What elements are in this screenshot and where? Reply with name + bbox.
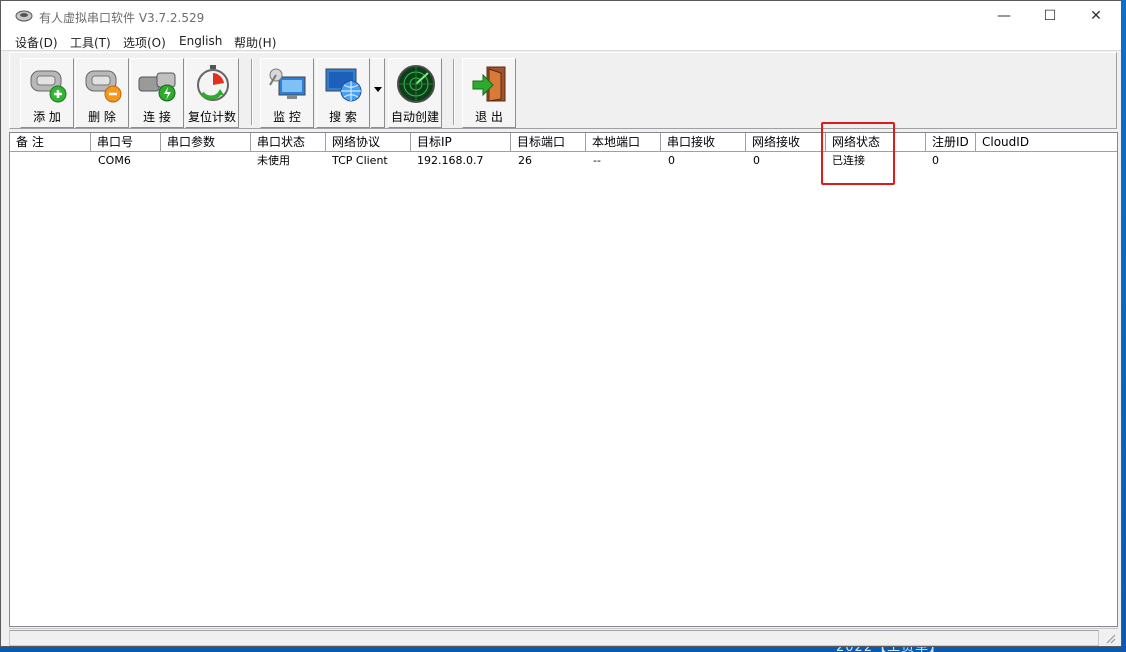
column-header-net-rx[interactable]: 网络接收 [746,133,826,152]
column-header-reg-id[interactable]: 注册ID [926,133,976,152]
cell-target-ip: 192.168.0.7 [417,154,484,167]
close-icon: ✕ [1090,8,1102,24]
search-dropdown-button[interactable] [371,58,385,128]
exit-door-icon [472,66,506,102]
delete-button-label: 删 除 [88,110,116,124]
resize-grip-icon[interactable] [1104,632,1116,644]
cell-port-status: 未使用 [257,154,290,167]
minimize-button[interactable]: — [981,1,1027,31]
toolbar-separator [453,59,455,125]
serial-port-list[interactable]: 备 注 串口号 串口参数 串口状态 网络协议 目标IP 目标端口 本地端口 串口… [9,132,1118,627]
radar-icon [397,65,435,103]
column-header-local-port[interactable]: 本地端口 [586,133,661,152]
column-header-port-status[interactable]: 串口状态 [251,133,326,152]
menu-bar: 设备(D) 工具(T) 选项(O) English 帮助(H) [1,31,1121,51]
stopwatch-reset-icon [197,65,229,101]
minimize-icon: — [997,8,1011,24]
search-button-label: 搜 索 [329,110,357,124]
status-bar [9,628,1118,646]
chevron-down-icon [374,87,382,92]
cell-local-port: -- [593,154,601,167]
delete-button[interactable]: 删 除 [75,58,129,128]
reset-count-button-label: 复位计数 [187,110,236,124]
menu-english[interactable]: English [179,34,222,48]
menu-device[interactable]: 设备(D) [15,34,58,51]
monitor-button-label: 监 控 [273,110,301,124]
connect-plug-icon [138,72,176,102]
status-panel [9,630,1099,646]
monitor-icon [269,68,306,99]
exit-button-label: 退 出 [475,110,503,124]
add-button[interactable]: 添 加 [20,58,74,128]
app-window: 有人虚拟串口软件 V3.7.2.529 — ☐ ✕ 设备(D) 工具(T) 选项… [0,0,1122,647]
column-header-serial-rx[interactable]: 串口接收 [661,133,746,152]
menu-tools[interactable]: 工具(T) [70,34,111,51]
column-header-cloud-id[interactable]: CloudID [976,133,1117,152]
column-header-protocol[interactable]: 网络协议 [326,133,411,152]
add-button-label: 添 加 [33,110,61,124]
app-icon [15,10,33,22]
search-button[interactable]: 搜 索 [316,58,370,128]
cell-reg-id: 0 [932,154,939,167]
menu-help[interactable]: 帮助(H) [234,34,276,51]
maximize-icon: ☐ [1043,8,1057,24]
cell-serial-rx: 0 [668,154,675,167]
close-button[interactable]: ✕ [1073,1,1119,31]
column-header-target-ip[interactable]: 目标IP [411,133,511,152]
toolbar: 添 加 删 除 连 接 复位计数 监 控 搜 索 自动创建 退 出 [9,52,1117,129]
column-header-port[interactable]: 串口号 [91,133,161,152]
list-header: 备 注 串口号 串口参数 串口状态 网络协议 目标IP 目标端口 本地端口 串口… [10,133,1117,152]
title-bar[interactable]: 有人虚拟串口软件 V3.7.2.529 — ☐ ✕ [1,1,1121,31]
window-title: 有人虚拟串口软件 V3.7.2.529 [39,11,205,25]
column-header-remark[interactable]: 备 注 [10,133,91,152]
column-header-target-port[interactable]: 目标端口 [511,133,586,152]
cell-net-rx: 0 [753,154,760,167]
maximize-button[interactable]: ☐ [1027,1,1073,31]
delete-port-icon [85,70,122,103]
cell-port: COM6 [98,154,131,167]
add-port-icon [30,70,67,103]
annotation-highlight-box [821,122,895,185]
column-header-params[interactable]: 串口参数 [161,133,251,152]
cell-protocol: TCP Client [332,154,388,167]
connect-button-label: 连 接 [143,110,171,124]
auto-create-button-label: 自动创建 [390,110,439,124]
auto-create-button[interactable]: 自动创建 [388,58,442,128]
table-row[interactable]: COM6 未使用 TCP Client 192.168.0.7 26 -- 0 … [10,153,1117,169]
exit-button[interactable]: 退 出 [462,58,516,128]
toolbar-separator [251,59,253,125]
cell-target-port: 26 [518,154,532,167]
monitor-button[interactable]: 监 控 [260,58,314,128]
search-globe-icon [325,68,362,102]
connect-button[interactable]: 连 接 [130,58,184,128]
reset-count-button[interactable]: 复位计数 [185,58,239,128]
menu-options[interactable]: 选项(O) [123,34,166,51]
